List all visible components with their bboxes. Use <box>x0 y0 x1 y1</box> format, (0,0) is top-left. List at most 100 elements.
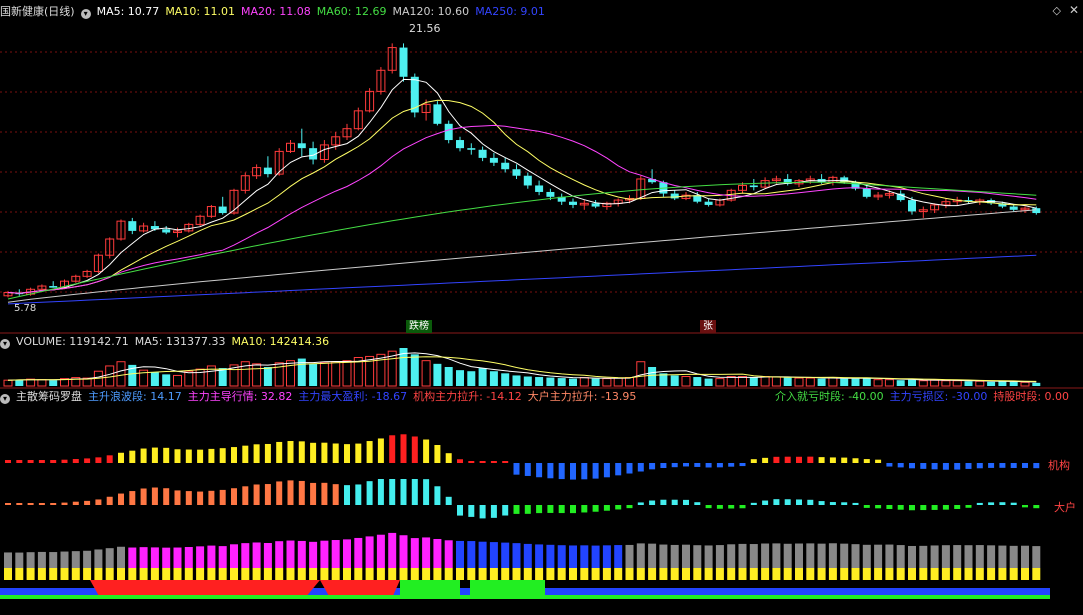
stack-top <box>354 537 363 568</box>
indicator-name[interactable]: 主散筹码罗盘 <box>16 390 82 403</box>
big-bar <box>95 499 102 505</box>
stack-top <box>376 534 385 568</box>
big-bar <box>72 501 79 505</box>
stack-top <box>184 547 193 568</box>
big-bar <box>603 505 610 511</box>
volume-bar <box>805 377 815 387</box>
big-bar <box>683 499 689 505</box>
inst-bar <box>1010 463 1017 468</box>
inst-bar <box>784 456 791 463</box>
big-bar <box>298 480 305 505</box>
stack-top <box>535 544 544 568</box>
big-bar <box>920 505 927 511</box>
volume-bar <box>873 379 883 387</box>
stack-yellow <box>828 568 837 580</box>
stack-yellow <box>885 568 894 580</box>
big-bar <box>863 505 870 508</box>
stack-top <box>1009 545 1018 568</box>
volume-bar <box>602 378 612 387</box>
inst-bar <box>841 457 848 463</box>
stack-yellow <box>783 568 792 580</box>
stack-yellow <box>230 568 238 580</box>
collapse-icon[interactable]: ▾ <box>0 339 10 349</box>
peak-label: 21.56 <box>409 22 441 35</box>
stack-top <box>105 548 114 568</box>
big-bar <box>547 505 554 513</box>
stack-yellow <box>37 568 46 580</box>
diamond-icon[interactable]: ◇ <box>1053 4 1061 17</box>
big-bar <box>276 481 283 505</box>
badge-drop[interactable]: 跌榜 <box>406 320 432 333</box>
big-label: 大户 <box>1054 501 1076 514</box>
collapse-icon[interactable]: ▾ <box>0 394 10 404</box>
big-bar <box>366 481 373 505</box>
inst-bar <box>502 461 509 463</box>
stack-top <box>83 550 92 568</box>
volume-bar <box>286 360 295 387</box>
volume-bar <box>749 377 758 386</box>
volume-bar <box>535 377 544 386</box>
big-bar <box>5 503 11 505</box>
volume-bar <box>195 368 205 387</box>
chart-canvas <box>0 43 1083 599</box>
stack-top <box>851 544 860 568</box>
inst-bar <box>739 463 746 467</box>
candle-body <box>410 76 419 113</box>
stack-top <box>772 543 781 568</box>
volume-bar <box>501 373 510 386</box>
stack-top <box>840 543 849 568</box>
volume-bar <box>625 377 634 387</box>
big-bar <box>502 505 509 516</box>
volume-bar <box>162 374 171 386</box>
inst-bar <box>513 463 520 475</box>
stack-yellow <box>636 568 645 580</box>
stock-name[interactable]: 国新健康(日线) <box>0 5 75 18</box>
stack-top <box>162 547 171 568</box>
big-bar <box>332 484 339 505</box>
volume-label: VOLUME: 119142.71 <box>16 335 129 348</box>
volume-bar <box>1009 381 1018 386</box>
collapse-icon[interactable]: ▾ <box>80 9 91 19</box>
volume-bar <box>908 379 916 386</box>
stack-yellow <box>309 568 318 580</box>
stack-yellow <box>659 568 668 580</box>
candle-body <box>478 149 487 158</box>
inst-bar <box>310 442 317 463</box>
stack-yellow <box>94 568 103 580</box>
stack-top <box>941 545 950 568</box>
stack-yellow <box>580 568 589 580</box>
stack-top <box>738 543 747 568</box>
inst-bar <box>660 463 667 468</box>
stack-yellow <box>275 568 284 580</box>
inst-bar <box>5 460 11 463</box>
stack-yellow <box>15 568 24 580</box>
candle-body <box>569 201 577 205</box>
badge-up[interactable]: 张 <box>700 320 716 333</box>
stack-yellow <box>354 568 363 580</box>
stack-top <box>715 545 724 568</box>
stack-top <box>331 540 340 568</box>
inst-bar <box>728 463 735 467</box>
inst-bar <box>468 461 475 463</box>
stack-top <box>117 546 125 568</box>
stack-top <box>4 552 12 568</box>
inst-bar <box>615 463 622 476</box>
big-bar <box>490 505 497 518</box>
inst-bar <box>999 463 1006 468</box>
volume-header: ▾ VOLUME: 119142.71 MA5: 131377.33 MA10: 14… <box>0 335 335 349</box>
volume-bar <box>184 370 194 387</box>
big-bar <box>852 502 859 505</box>
stack-yellow <box>184 568 193 580</box>
candle-body <box>704 201 713 205</box>
candle-body <box>297 143 306 149</box>
candle-body <box>433 104 442 124</box>
stack-yellow <box>806 568 815 580</box>
inst-bar <box>592 463 599 479</box>
stack-yellow <box>738 568 747 580</box>
stack-top <box>874 544 883 568</box>
inst-bar <box>796 456 802 463</box>
close-icon[interactable]: ✕ <box>1069 3 1079 17</box>
volume-bar <box>331 361 341 387</box>
stack-yellow <box>105 568 114 580</box>
big-bar <box>377 479 384 505</box>
